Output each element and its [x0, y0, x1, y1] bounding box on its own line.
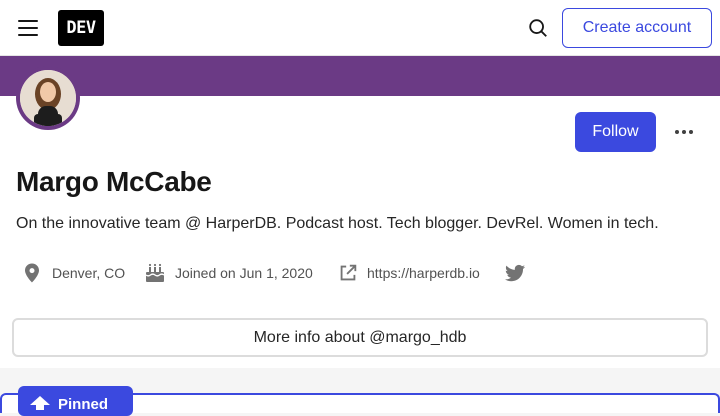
dev-logo[interactable]: DEV	[58, 10, 104, 46]
twitter-icon[interactable]	[503, 261, 527, 285]
profile-bio: On the innovative team @ HarperDB. Podca…	[16, 215, 659, 232]
search-icon[interactable]	[522, 12, 554, 44]
more-info-button[interactable]: More info about @margo_hdb	[12, 318, 708, 357]
create-account-button[interactable]: Create account	[562, 8, 712, 48]
joined-item: Joined on Jun 1, 2020	[143, 262, 313, 284]
cake-icon	[143, 261, 167, 285]
more-horizontal-icon[interactable]	[668, 116, 700, 148]
pin-icon	[30, 396, 50, 414]
location-item: Denver, CO	[20, 262, 125, 284]
external-link-icon	[337, 262, 359, 284]
top-navigation-bar: DEV Create account	[0, 0, 720, 56]
hamburger-menu-icon[interactable]	[12, 12, 44, 44]
twitter-item[interactable]	[503, 262, 527, 284]
website-link[interactable]: https://harperdb.io	[367, 265, 480, 281]
website-item[interactable]: https://harperdb.io	[337, 262, 480, 284]
pinned-badge: Pinned	[18, 386, 133, 416]
follow-button[interactable]: Follow	[575, 112, 656, 152]
location-text: Denver, CO	[52, 265, 126, 281]
profile-banner	[0, 56, 720, 96]
avatar	[16, 66, 80, 130]
joined-date-text: Joined on Jun 1, 2020	[175, 265, 313, 281]
location-pin-icon	[20, 261, 44, 285]
profile-photo	[20, 70, 76, 126]
profile-name: Margo McCabe	[16, 166, 212, 197]
